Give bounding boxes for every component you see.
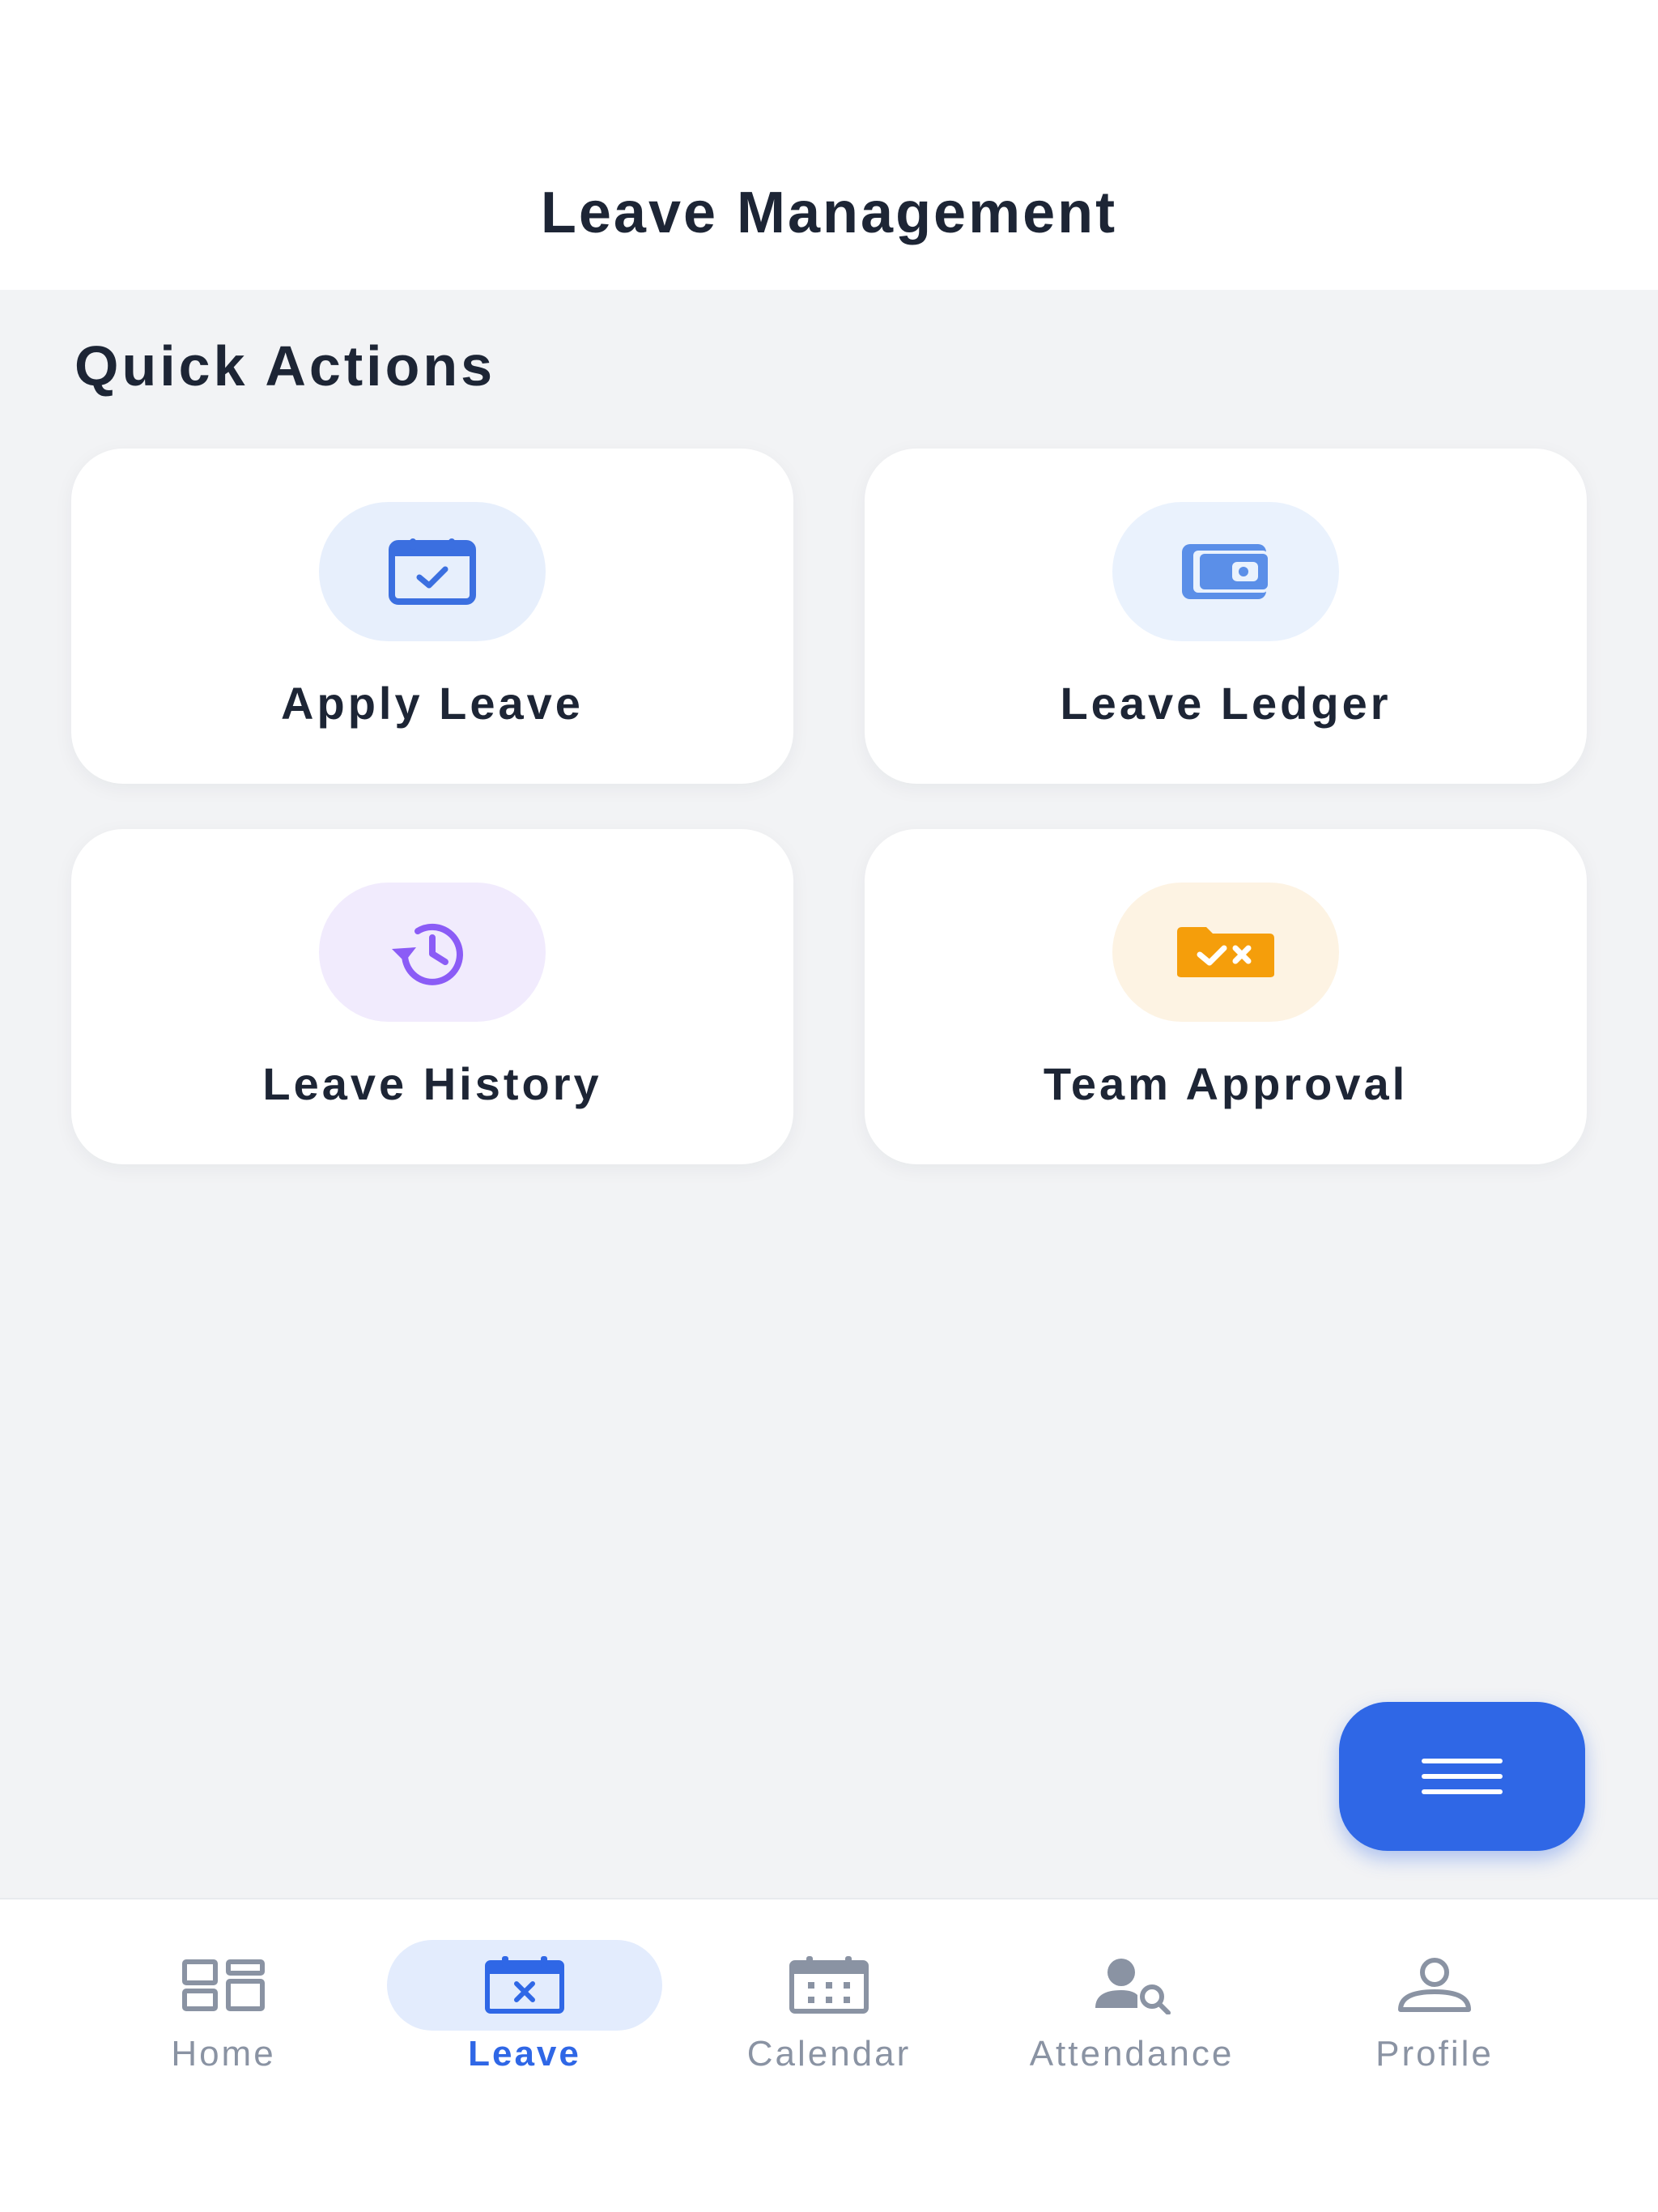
nav-icon-wrap — [1297, 1940, 1572, 2031]
leave-history-card[interactable]: Leave History — [71, 829, 793, 1164]
leave-ledger-label: Leave Ledger — [1060, 678, 1392, 729]
calendar-icon — [789, 1956, 869, 2014]
nav-label-leave: Leave — [468, 2034, 581, 2074]
nav-item-calendar[interactable]: Calendar — [683, 1899, 975, 2142]
leave-history-label: Leave History — [262, 1058, 602, 1109]
calendar-check-icon — [389, 538, 476, 605]
apply-leave-card[interactable]: Apply Leave — [71, 449, 793, 784]
nav-label-attendance: Attendance — [1029, 2034, 1235, 2074]
dashboard-grid-icon — [182, 1959, 265, 2011]
app-header: Leave Management — [0, 0, 1658, 290]
team-approval-icon-circle — [1112, 883, 1339, 1022]
leave-management-screen: Leave Management Quick Actions Apply Lea… — [0, 0, 1658, 2212]
nav-icon-wrap — [387, 1940, 662, 2031]
nav-item-attendance[interactable]: Attendance — [986, 1899, 1278, 2142]
leave-ledger-card[interactable]: Leave Ledger — [865, 449, 1587, 784]
team-approval-label: Team Approval — [1043, 1058, 1409, 1109]
nav-icon-wrap — [86, 1940, 361, 2031]
nav-item-home[interactable]: Home — [78, 1899, 369, 2142]
nav-label-calendar: Calendar — [746, 2034, 912, 2074]
history-clock-icon — [392, 923, 463, 985]
leave-ledger-icon-circle — [1112, 502, 1339, 641]
menu-fab-button[interactable] — [1339, 1702, 1585, 1851]
menu-icon — [1422, 1759, 1503, 1794]
wallet-icon — [1182, 544, 1268, 599]
nav-label-profile: Profile — [1375, 2034, 1494, 2074]
approval-folder-icon — [1177, 927, 1274, 977]
nav-icon-wrap — [994, 1940, 1269, 2031]
nav-icon-wrap — [691, 1940, 967, 2031]
user-search-icon — [1095, 1959, 1171, 2014]
person-icon — [1398, 1958, 1471, 2012]
apply-leave-icon-circle — [319, 502, 546, 641]
bottom-nav: Home Leave Calendar Attendance Profile — [0, 1898, 1658, 2212]
team-approval-card[interactable]: Team Approval — [865, 829, 1587, 1164]
quick-actions-title: Quick Actions — [74, 334, 496, 398]
leave-history-icon-circle — [319, 883, 546, 1022]
nav-label-home: Home — [171, 2034, 276, 2074]
nav-item-profile[interactable]: Profile — [1289, 1899, 1580, 2142]
apply-leave-label: Apply Leave — [281, 678, 584, 729]
page-title: Leave Management — [540, 181, 1118, 245]
nav-item-leave[interactable]: Leave — [379, 1899, 670, 2142]
calendar-x-icon — [485, 1956, 564, 2014]
